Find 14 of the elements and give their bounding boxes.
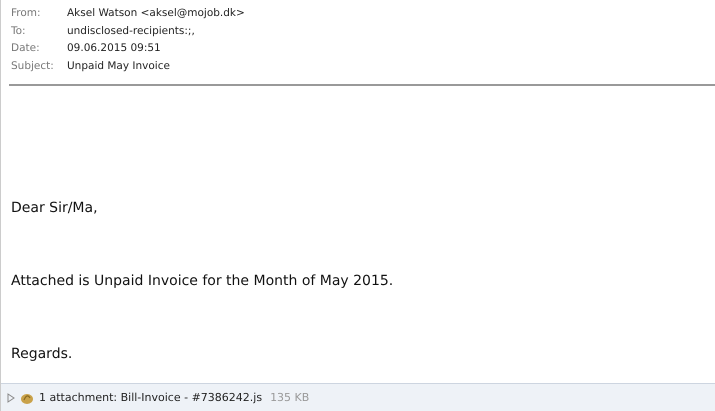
- header-label: To:: [11, 24, 27, 38]
- header-value: undisclosed-recipients:;,: [67, 24, 195, 38]
- message-paragraph: Dear Sir/Ma,: [11, 199, 99, 217]
- header-value: Aksel Watson <aksel@mojob.dk>: [67, 6, 245, 21]
- message-paragraph: Attached is Unpaid Invoice for the Month of May 2015.: [11, 272, 394, 290]
- header-label: Date:: [11, 41, 41, 56]
- header-value: Unpaid May Invoice: [67, 58, 170, 74]
- attachment-summary[interactable]: 1 attachment: Bill-Invoice - #7386242.js: [39, 391, 262, 404]
- attachment-size: 135 KB: [270, 391, 310, 404]
- header-label: From:: [11, 6, 42, 21]
- header-label: Subject:: [11, 58, 55, 74]
- header-value: 09.06.2015 09:51: [67, 41, 161, 56]
- message-paragraph: Regards.: [11, 345, 74, 363]
- expand-toggle-icon[interactable]: [7, 392, 15, 402]
